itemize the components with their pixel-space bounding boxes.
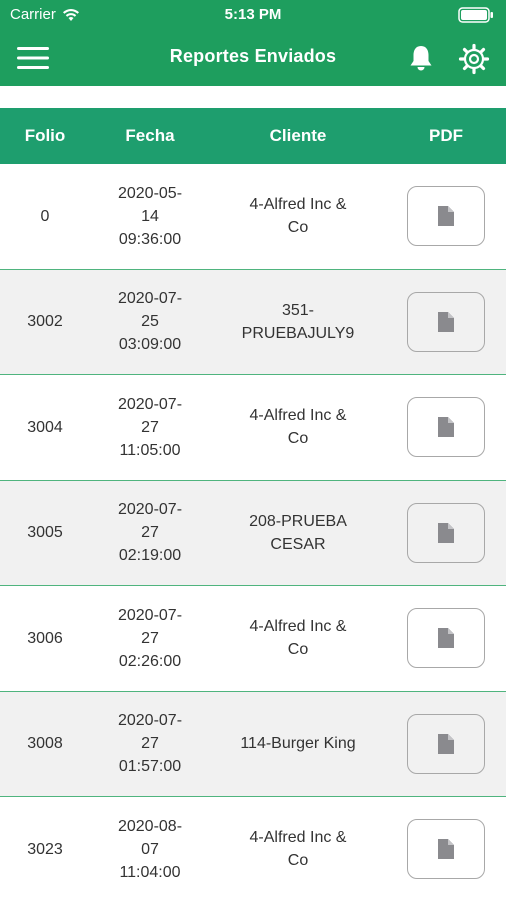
cell-cliente: 4-Alfred Inc & Co [249,829,347,869]
document-icon [438,628,454,648]
spacer [0,86,506,108]
table-row: 3005 2020-07- 27 02:19:00 208-PRUEBA CES… [0,480,506,586]
cell-cliente: 351- PRUEBAJULY9 [241,301,355,342]
cell-pdf [386,586,506,690]
pdf-button[interactable] [407,819,485,879]
nav-bar: Reportes Enviados [0,30,506,86]
status-time: 5:13 PM [224,6,282,23]
pdf-button[interactable] [407,608,485,668]
cell-cliente: 208-PRUEBA CESAR [249,512,347,553]
cell-fecha: 2020-07- 27 11:05:00 [117,395,183,459]
pdf-button[interactable] [407,713,485,774]
document-icon [438,417,454,437]
header-fecha: Fecha [125,126,175,145]
status-bar: Carrier 5:13 PM [0,0,506,30]
table-row: 3008 2020-07- 27 01:57:00 114-Burger Kin… [0,691,506,797]
document-icon [438,522,454,543]
document-icon [438,733,454,754]
table-header: Folio Fecha Cliente PDF [0,108,506,164]
cell-pdf [386,375,506,479]
cell-cliente: 4-Alfred Inc & Co [249,196,347,236]
cell-folio: 3006 [27,629,63,647]
document-icon [438,839,454,859]
cell-folio: 0 [40,207,50,225]
cell-fecha: 2020-07- 27 02:19:00 [117,501,183,564]
cell-pdf [386,270,506,374]
cell-cliente: 4-Alfred Inc & Co [249,407,347,447]
document-icon [438,206,454,226]
cell-folio: 3002 [27,313,63,330]
cell-fecha: 2020-05- 14 09:36:00 [117,184,183,248]
table-row: 3023 2020-08- 07 11:04:00 4-Alfred Inc &… [0,797,506,900]
pdf-button[interactable] [407,291,485,352]
pdf-button[interactable] [407,502,485,563]
header-folio: Folio [24,126,66,145]
reports-table: 0 2020-05- 14 09:36:00 4-Alfred Inc & Co… [0,164,506,900]
table-row: 0 2020-05- 14 09:36:00 4-Alfred Inc & Co [0,164,506,270]
table-row: 3002 2020-07- 25 03:09:00 351- PRUEBAJUL… [0,269,506,375]
cell-fecha: 2020-07- 27 01:57:00 [117,712,183,775]
cell-pdf [386,692,506,796]
cell-folio: 3004 [27,418,63,436]
cell-pdf [386,481,506,585]
header-pdf: PDF [429,126,463,145]
header-cliente: Cliente [269,126,327,145]
cell-pdf [386,164,506,268]
pdf-button[interactable] [407,186,485,246]
cell-pdf [386,797,506,900]
bell-icon[interactable] [406,43,436,73]
cell-folio: 3023 [27,840,63,858]
document-icon [438,311,454,332]
pdf-button[interactable] [407,397,485,457]
gear-icon[interactable] [458,43,490,75]
cell-cliente: 114-Burger King [240,735,356,752]
cell-fecha: 2020-08- 07 11:04:00 [117,817,183,881]
cell-folio: 3005 [27,524,63,541]
table-row: 3004 2020-07- 27 11:05:00 4-Alfred Inc &… [0,375,506,481]
battery-icon [458,7,493,23]
cell-folio: 3008 [27,735,63,752]
cell-fecha: 2020-07- 25 03:09:00 [117,290,183,353]
cell-cliente: 4-Alfred Inc & Co [249,618,347,658]
table-row: 3006 2020-07- 27 02:26:00 4-Alfred Inc &… [0,586,506,692]
cell-fecha: 2020-07- 27 02:26:00 [117,606,183,670]
